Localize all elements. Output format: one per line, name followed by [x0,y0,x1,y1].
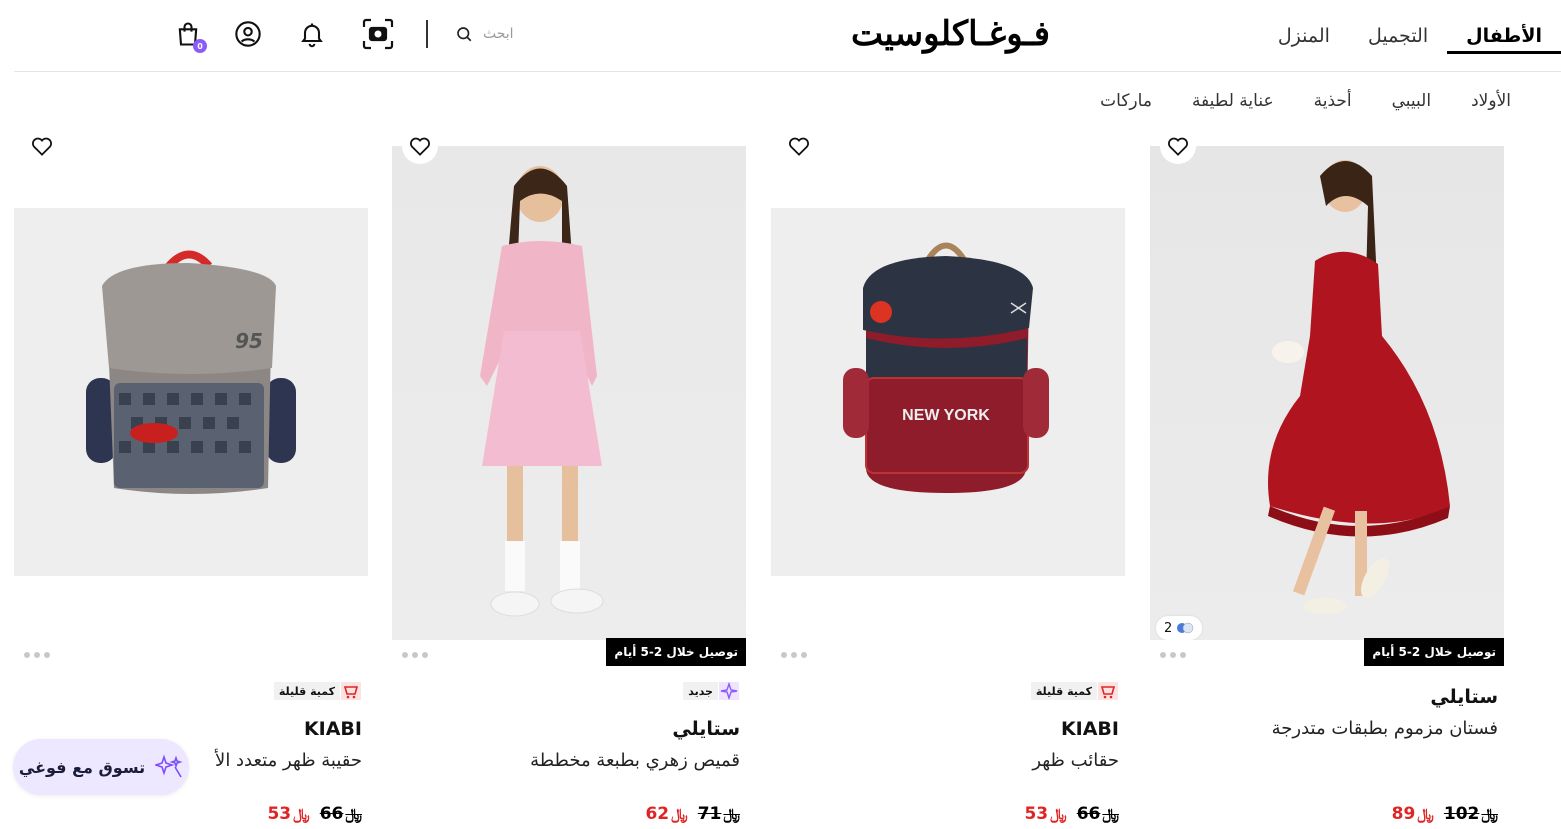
product-price: ﷼66 ﷼53 [267,804,362,824]
subnav-item-brands[interactable]: ماركات [1080,91,1172,111]
product-brand: KIABI [303,718,362,740]
header-divider [426,20,428,48]
old-price: ﷼71 [697,804,740,824]
product-price: ﷼71 ﷼62 [645,804,740,824]
search-input[interactable]: ابحث [455,18,565,50]
sale-price: ﷼62 [645,804,688,824]
cart-alert-icon [340,681,362,701]
subnav: الأولاد البيبي أحذية عناية لطيفة ماركات [1080,84,1531,118]
product-photo: NEW YORK [771,208,1125,576]
image-carousel-dots[interactable] [781,652,807,658]
camera-search-button[interactable] [360,16,396,52]
product-image[interactable]: 2 [1150,128,1504,640]
old-price: ﷼66 [319,804,362,824]
svg-text:NEW YORK: NEW YORK [902,407,990,424]
tab-beauty[interactable]: التجميل [1349,0,1447,72]
wishlist-button[interactable] [24,128,60,164]
shop-with-assistant-button[interactable]: تسوق مع فوغي [13,739,189,795]
old-price: ﷼102 [1443,804,1498,824]
delivery-label: توصيل خلال 2-5 أيام [1364,638,1504,666]
header: الأطفال التجميل المنزل فـوغـاكلوسيت ابحث… [0,0,1561,72]
cart-count-badge: 0 [193,39,207,53]
sparkle-icon [155,754,183,778]
account-button[interactable] [232,18,264,50]
low-stock-badge: كمية قليلة [273,681,362,701]
notifications-button[interactable] [296,18,328,50]
image-carousel-dots[interactable] [402,652,428,658]
low-stock-badge: كمية قليلة [1030,681,1119,701]
riyal-icon: ﷼ [345,805,362,823]
product-name[interactable]: فستان مزموم بطبقات متدرجة [1272,718,1498,739]
cart-alert-icon [1097,681,1119,701]
heart-icon [789,137,809,156]
product-card[interactable]: توصيل خلال 2-5 أيام جديد ستايلي قميص زهر… [392,128,746,829]
user-icon [235,21,261,47]
product-photo [1150,146,1504,640]
riyal-icon: ﷼ [293,805,310,823]
logo[interactable]: فـوغـاكلوسيت [851,10,1050,58]
wishlist-button[interactable] [1160,128,1196,164]
product-image[interactable] [392,128,746,640]
svg-text:95: 95 [235,329,263,353]
subnav-item-gentle-care[interactable]: عناية لطيفة [1172,91,1294,111]
riyal-icon: ﷼ [671,805,688,823]
riyal-icon: ﷼ [723,805,740,823]
tab-home[interactable]: المنزل [1259,0,1349,72]
product-photo: 95 [14,208,368,576]
search-placeholder: ابحث [483,26,514,42]
subnav-item-boys[interactable]: الأولاد [1451,91,1531,111]
product-image[interactable]: NEW YORK [771,128,1125,640]
wishlist-button[interactable] [781,128,817,164]
product-card[interactable]: 95 كمية قليلة KIABI حقيبة ظهر متعدد الأ … [14,128,368,829]
color-count: 2 [1164,620,1173,636]
sale-price: ﷼53 [1024,804,1067,824]
product-brand: ستايلي [1430,686,1498,708]
riyal-icon: ﷼ [1050,805,1067,823]
product-price: ﷼66 ﷼53 [1024,804,1119,824]
product-card[interactable]: 2 توصيل خلال 2-5 أيام ستايلي فستان مزموم… [1150,128,1504,829]
camera-icon [362,18,394,50]
search-icon [455,25,473,43]
product-price: ﷼102 ﷼89 [1392,804,1498,824]
header-divider-line [14,71,1561,72]
product-image[interactable]: 95 [14,128,368,640]
riyal-icon: ﷼ [1417,805,1434,823]
new-badge: جديد [683,681,740,701]
sparkle-icon [718,681,740,701]
product-brand: ستايلي [672,718,740,740]
subnav-item-shoes[interactable]: أحذية [1294,91,1372,111]
heart-icon [32,137,52,156]
sale-price: ﷼53 [267,804,310,824]
product-photo [392,146,746,640]
color-count-chip[interactable]: 2 [1156,616,1203,640]
wishlist-button[interactable] [402,128,438,164]
image-carousel-dots[interactable] [24,652,50,658]
bell-icon [301,23,323,48]
product-name[interactable]: حقيبة ظهر متعدد الأ [215,750,362,771]
product-name[interactable]: قميص زهري بطبعة مخططة [530,750,740,771]
color-swatch-icon [1177,622,1194,634]
sale-price: ﷼89 [1391,804,1434,824]
product-brand: KIABI [1060,718,1119,740]
tab-kids[interactable]: الأطفال [1447,0,1561,72]
heart-icon [1168,137,1188,156]
riyal-icon: ﷼ [1102,805,1119,823]
subnav-item-baby[interactable]: البيبي [1372,91,1451,111]
old-price: ﷼66 [1076,804,1119,824]
riyal-icon: ﷼ [1481,805,1498,823]
product-card[interactable]: NEW YORK كمية قليلة KIABI حقائب ظهر ﷼66 … [771,128,1125,829]
product-name[interactable]: حقائب ظهر [1032,750,1119,771]
assistant-button-label: تسوق مع فوغي [18,757,146,777]
delivery-label: توصيل خلال 2-5 أيام [606,638,746,666]
top-tabs: الأطفال التجميل المنزل [1259,0,1561,72]
image-carousel-dots[interactable] [1160,652,1186,658]
heart-icon [410,137,430,156]
